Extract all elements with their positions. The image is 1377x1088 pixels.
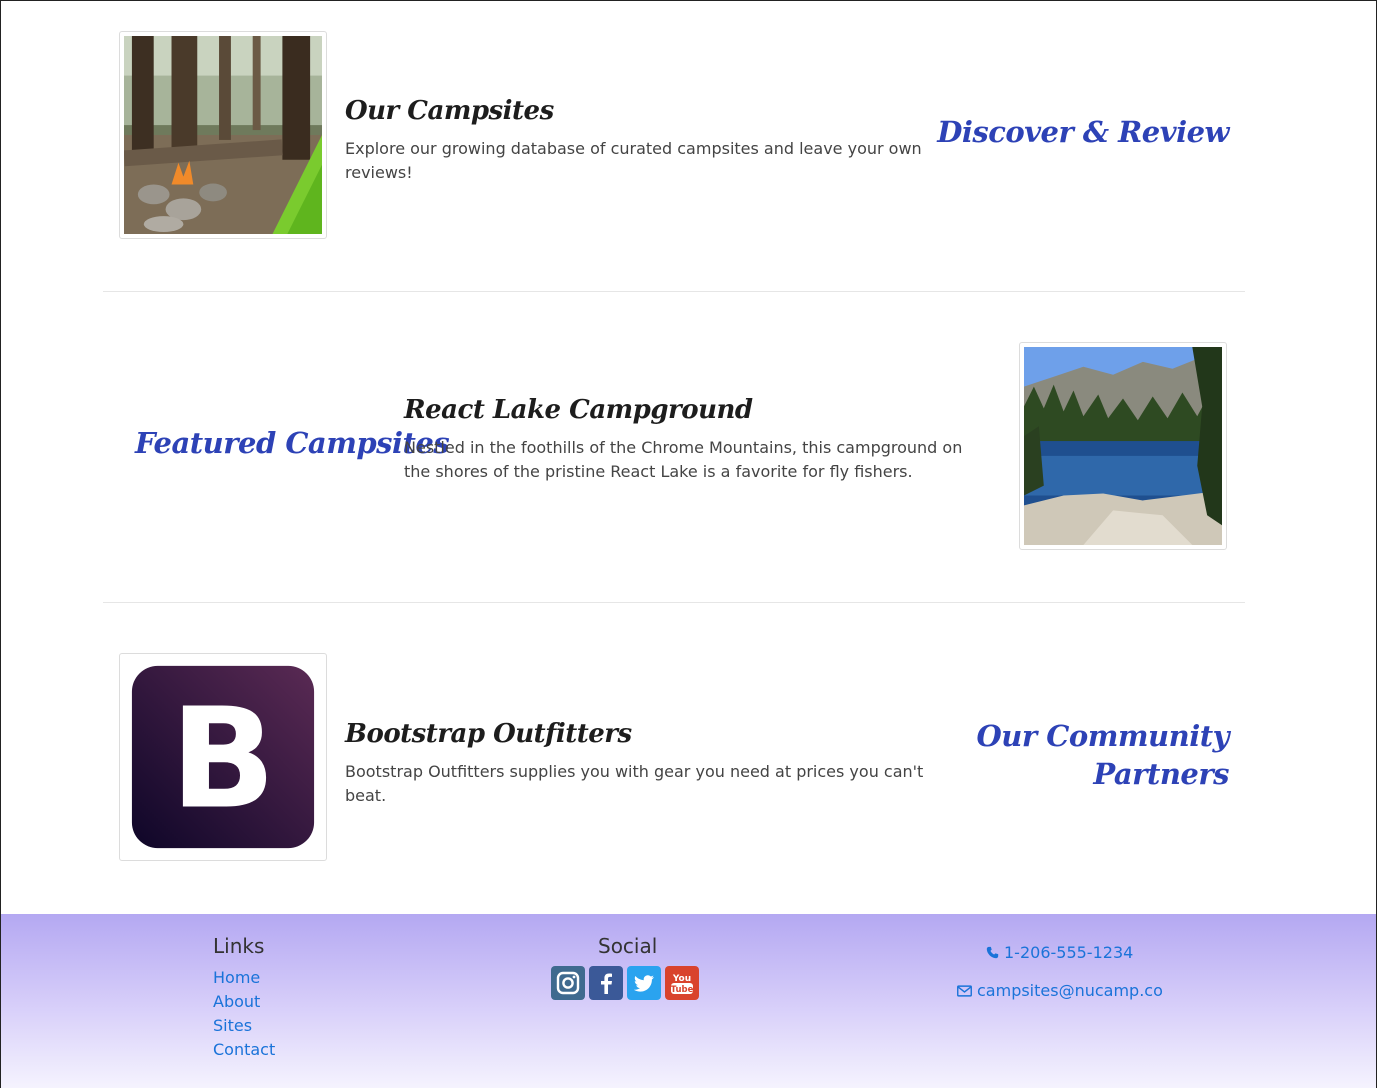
links-heading: Links: [213, 934, 265, 958]
campsites-description: Explore our growing database of curated …: [345, 139, 922, 182]
site-footer: Links Home About Sites Contact Social Yo…: [1, 914, 1376, 1088]
social-heading: Social: [598, 934, 658, 958]
react-lake-heading: React Lake Campground: [404, 395, 753, 425]
youtube-icon[interactable]: You Tube: [665, 966, 699, 1000]
bootstrap-outfitters-description: Bootstrap Outfitters supplies you with g…: [345, 762, 924, 805]
phone-link[interactable]: 1-206-555-1234: [1004, 943, 1133, 962]
footer-link-about[interactable]: About: [213, 992, 260, 1011]
partners-section: B Bootstrap Outfitters Bootstrap Outfitt…: [103, 603, 1245, 913]
svg-text:B: B: [170, 678, 276, 840]
svg-text:You: You: [672, 974, 691, 984]
instagram-icon[interactable]: [551, 966, 585, 1000]
phone-contact: 1-206-555-1234: [986, 943, 1133, 962]
envelope-icon: [957, 984, 972, 997]
community-partners-line-1: Our Community: [976, 719, 1230, 753]
featured-section: Featured Campsites React Lake Campground…: [103, 292, 1245, 602]
campsites-heading: Our Campsites: [345, 96, 554, 126]
campsite-forest-photo: [119, 31, 327, 239]
footer-link-sites[interactable]: Sites: [213, 1016, 252, 1035]
community-partners-line-2: Partners: [1093, 757, 1229, 791]
footer-links-list: Home About Sites Contact: [213, 966, 275, 1062]
footer-link-home[interactable]: Home: [213, 968, 260, 987]
email-contact: campsites@nucamp.co: [957, 981, 1163, 1000]
facebook-icon[interactable]: [589, 966, 623, 1000]
bootstrap-outfitters-heading: Bootstrap Outfitters: [345, 719, 632, 749]
bootstrap-logo: B: [119, 653, 327, 861]
react-lake-description: Nestled in the foothills of the Chrome M…: [404, 438, 963, 481]
email-link[interactable]: campsites@nucamp.co: [977, 981, 1163, 1000]
campsites-section: Our Campsites Explore our growing databa…: [103, 1, 1245, 291]
svg-text:Tube: Tube: [671, 985, 694, 995]
footer-link-item: About: [213, 990, 275, 1014]
mountain-lake-photo: [1019, 342, 1227, 550]
community-partners-tagline: Our Community Partners: [976, 717, 1230, 793]
featured-campsites-tagline: Featured Campsites: [135, 426, 450, 460]
social-buttons: You Tube: [551, 966, 699, 1000]
footer-link-contact[interactable]: Contact: [213, 1040, 275, 1059]
footer-link-item: Contact: [213, 1038, 275, 1062]
phone-icon: [986, 946, 999, 959]
footer-link-item: Home: [213, 966, 275, 990]
footer-link-item: Sites: [213, 1014, 275, 1038]
twitter-icon[interactable]: [627, 966, 661, 1000]
discover-review-tagline: Discover & Review: [937, 115, 1229, 149]
